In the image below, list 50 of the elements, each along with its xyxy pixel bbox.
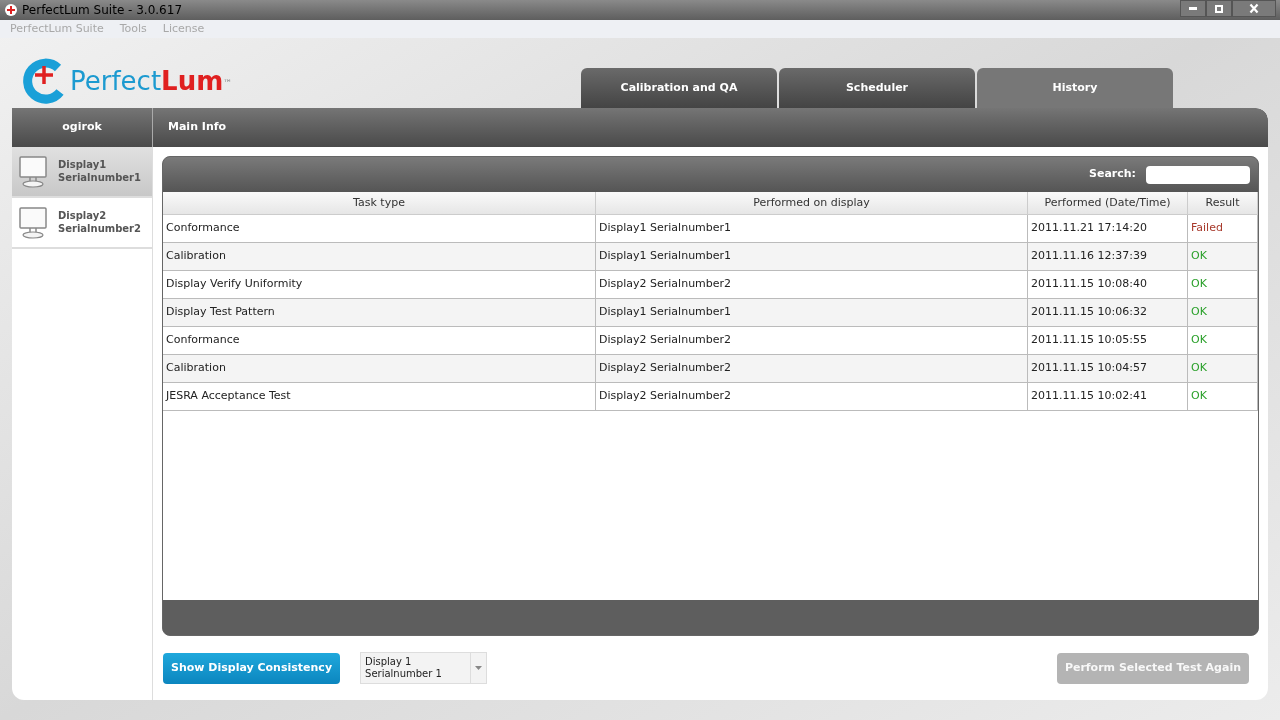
close-icon[interactable] xyxy=(1232,0,1276,17)
search-label: Search: xyxy=(1089,166,1136,183)
column-header[interactable]: Performed (Date/Time) xyxy=(1028,192,1188,214)
search-field[interactable] xyxy=(1146,165,1250,184)
table-cell: OK xyxy=(1191,248,1207,265)
table-cell: JESRA Acceptance Test xyxy=(166,388,291,405)
user-name: ogirok xyxy=(62,119,102,136)
table-cell: Display1 Serialnumber1 xyxy=(599,220,732,237)
table-cell: OK xyxy=(1191,304,1207,321)
app-icon xyxy=(4,3,18,17)
table-cell: 2011.11.15 10:02:41 xyxy=(1031,388,1147,405)
table-cell: OK xyxy=(1191,332,1207,349)
table-cell: Display2 Serialnumber2 xyxy=(599,332,732,349)
minimize-icon[interactable] xyxy=(1180,0,1206,17)
caret-icon xyxy=(475,666,483,670)
table-cell: Calibration xyxy=(166,248,226,265)
restore-icon[interactable] xyxy=(1206,0,1232,17)
table-cell: Calibration xyxy=(166,360,226,377)
tab[interactable]: Scheduler xyxy=(779,68,975,108)
column-header[interactable]: Result xyxy=(1188,192,1258,214)
tab[interactable]: Calibration and QA xyxy=(581,68,777,108)
table-cell: 2011.11.16 12:37:39 xyxy=(1031,248,1147,265)
table-cell: 2011.11.15 10:08:40 xyxy=(1031,276,1147,293)
table-cell: Conformance xyxy=(166,220,240,237)
table-cell: Failed xyxy=(1191,220,1223,237)
table-cell: OK xyxy=(1191,276,1207,293)
display-dropdown[interactable]: Display 1 Serialnumber 1 xyxy=(360,652,488,684)
monitor-icon xyxy=(18,154,50,189)
column-header[interactable]: Performed on display xyxy=(596,192,1028,214)
table-cell: Conformance xyxy=(166,332,240,349)
table-cell: Display Verify Uniformity xyxy=(166,276,303,293)
table-cell: Display2 Serialnumber2 xyxy=(599,388,732,405)
display-item[interactable]: Display1 Serialnumber1 xyxy=(12,147,152,198)
column-header[interactable]: Task type xyxy=(163,192,596,214)
window-title: PerfectLum Suite - 3.0.617 xyxy=(22,2,183,19)
table-cell: 2011.11.15 10:06:32 xyxy=(1031,304,1147,321)
table-cell: OK xyxy=(1191,388,1207,405)
table-cell: Display2 Serialnumber2 xyxy=(599,360,732,377)
table-cell: Display2 Serialnumber2 xyxy=(599,276,732,293)
table-cell: 2011.11.21 17:14:20 xyxy=(1031,220,1147,237)
logo-text: PerfectLum$^{™}$ xyxy=(70,68,233,94)
table-cell: Display1 Serialnumber1 xyxy=(599,248,732,265)
table-cell: 2011.11.15 10:04:57 xyxy=(1031,360,1147,377)
table-cell: 2011.11.15 10:05:55 xyxy=(1031,332,1147,349)
table-cell: OK xyxy=(1191,360,1207,377)
section-title: Main Info xyxy=(168,119,227,136)
table-cell: Display1 Serialnumber1 xyxy=(599,304,732,321)
table-cell: Display Test Pattern xyxy=(166,304,275,321)
monitor-icon xyxy=(18,205,50,240)
tab[interactable]: History xyxy=(977,68,1173,108)
